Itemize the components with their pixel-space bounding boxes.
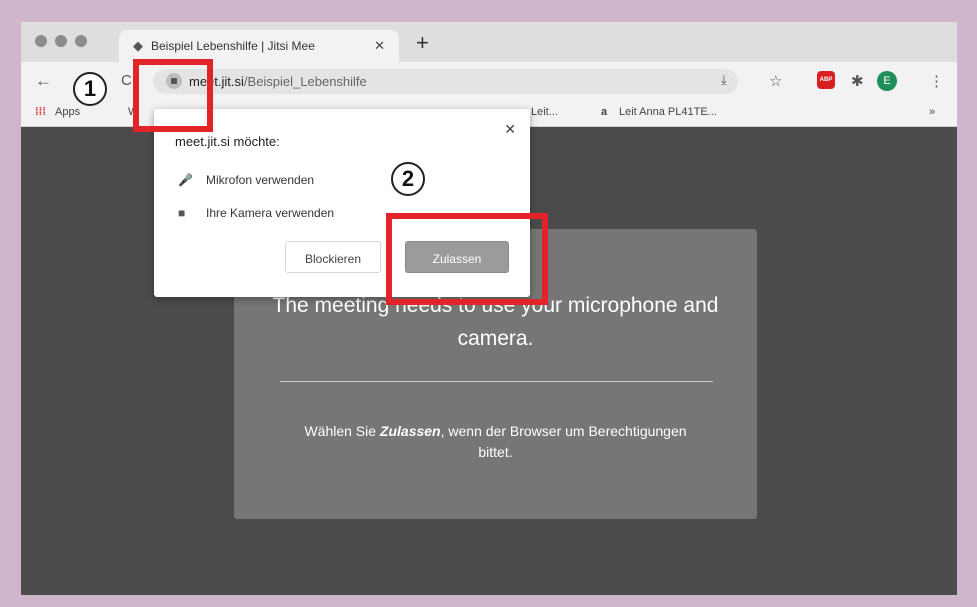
adblock-icon[interactable]: ABP (817, 71, 835, 89)
step-marker-2: 2 (391, 162, 425, 196)
tab-close-icon[interactable]: ✕ (374, 38, 385, 54)
bookmark-star-icon[interactable]: ☆ (769, 72, 782, 90)
instruction-emphasis: Zulassen (379, 423, 441, 439)
new-tab-button[interactable]: + (416, 32, 429, 54)
highlight-allow (386, 213, 548, 305)
browser-window: ◆ Beispiel Lebenshilfe | Jitsi Mee ✕ + ←… (21, 22, 957, 595)
close-window-button[interactable] (35, 35, 47, 47)
extensions-icon[interactable]: ✱ (851, 72, 864, 90)
tab-jitsi[interactable]: ◆ Beispiel Lebenshilfe | Jitsi Mee ✕ (119, 30, 399, 62)
microphone-icon: 🎤 (178, 173, 193, 187)
maximize-window-button[interactable] (75, 35, 87, 47)
bookmark-apps[interactable]: Apps (55, 106, 80, 118)
back-icon[interactable]: ← (35, 71, 52, 91)
install-icon[interactable]: ⤓ (721, 72, 727, 88)
bookmark-leit[interactable]: Leit... (531, 106, 558, 118)
instruction-prefix: Wählen Sie (304, 423, 380, 439)
permission-label: Mikrofon verwenden (206, 173, 315, 187)
address-bar[interactable]: meet.jit.si/Beispiel_Lebenshilfe (153, 69, 738, 94)
popup-title: meet.jit.si möchte: (175, 134, 280, 149)
step-marker-1: 1 (73, 72, 107, 106)
permission-camera: ■ Ihre Kamera verwenden (178, 206, 334, 220)
popup-close-icon[interactable]: ✕ (504, 121, 516, 138)
permission-label: Ihre Kamera verwenden (206, 206, 335, 220)
block-button[interactable]: Blockieren (285, 241, 381, 273)
permission-microphone: 🎤 Mikrofon verwenden (178, 173, 314, 187)
card-instruction: Wählen Sie Zulassen, wenn der Browser um… (294, 421, 697, 463)
instruction-suffix: , wenn der Browser um Berechtigungen bit… (440, 423, 687, 460)
bookmarks-more-icon[interactable]: » (929, 106, 935, 118)
minimize-window-button[interactable] (55, 35, 67, 47)
jitsi-favicon-icon: ◆ (133, 38, 143, 53)
apps-grid-icon: ⁞⁞⁞ (35, 106, 46, 118)
highlight-lock (133, 59, 213, 132)
tab-strip: ◆ Beispiel Lebenshilfe | Jitsi Mee ✕ + (21, 22, 957, 62)
profile-avatar[interactable]: E (877, 71, 897, 91)
url-path: /Beispiel_Lebenshilfe (243, 74, 367, 89)
menu-icon[interactable]: ⋮ (929, 72, 944, 90)
card-divider (280, 381, 713, 382)
bookmark-leit-anna[interactable]: Leit Anna PL41TE... (619, 106, 717, 118)
tab-title: Beispiel Lebenshilfe | Jitsi Mee (151, 39, 315, 53)
reload-icon[interactable]: C (121, 72, 132, 89)
amazon-icon: a (601, 106, 608, 118)
url-text[interactable]: meet.jit.si/Beispiel_Lebenshilfe (189, 74, 367, 89)
camera-icon: ■ (178, 206, 186, 220)
